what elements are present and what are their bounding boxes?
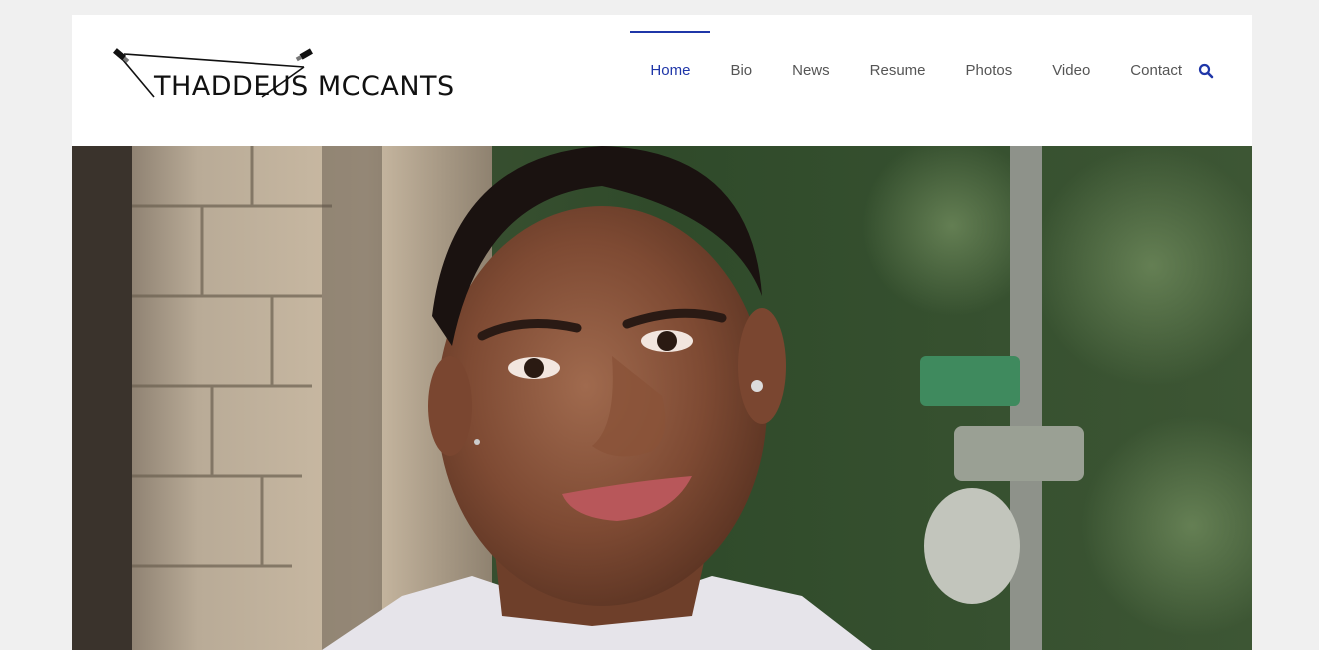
nav-item-resume[interactable]: Resume [850, 61, 946, 87]
nav-item-photos[interactable]: Photos [946, 61, 1033, 87]
nav-item-video[interactable]: Video [1032, 61, 1110, 87]
portrait-photo [72, 146, 1252, 650]
site-header: THADDEUS MCCANTS Home Bio News Resume Ph… [72, 15, 1252, 146]
nav-item-news[interactable]: News [772, 61, 850, 87]
main-nav: Home Bio News Resume Photos Video Contac… [630, 31, 1214, 87]
nav-item-contact[interactable]: Contact [1110, 61, 1202, 87]
nav-item-bio[interactable]: Bio [710, 61, 772, 87]
site-logo[interactable]: THADDEUS MCCANTS [112, 45, 454, 105]
page-container: THADDEUS MCCANTS Home Bio News Resume Ph… [72, 15, 1252, 650]
logo-text: THADDEUS MCCANTS [154, 71, 455, 102]
nav-item-home[interactable]: Home [630, 31, 711, 87]
hero-image [72, 146, 1252, 650]
